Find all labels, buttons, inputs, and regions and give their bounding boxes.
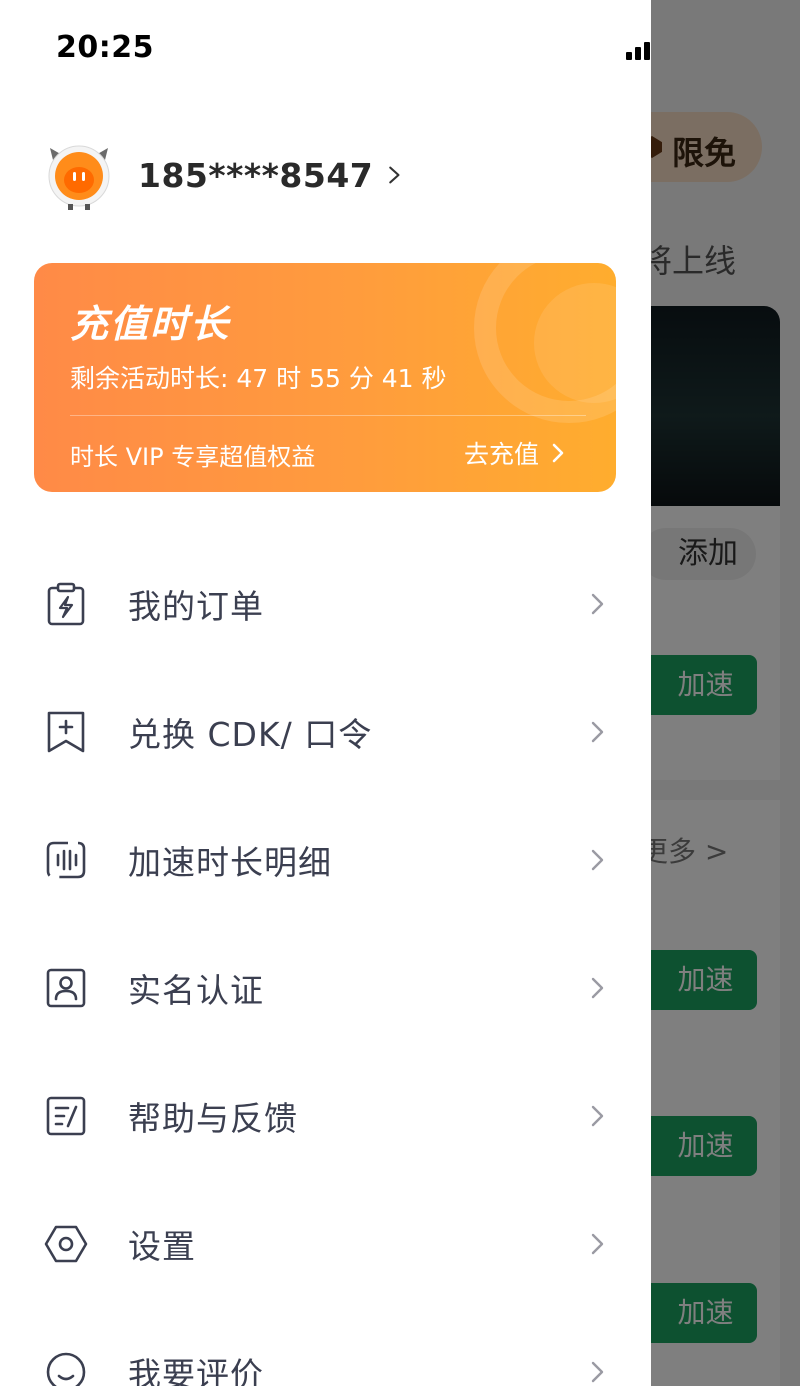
- recharge-time-card[interactable]: 充值时长 剩余活动时长: 47 时 55 分 41 秒 时长 VIP 专享超值权…: [34, 263, 616, 492]
- chevron-right-icon: [591, 1233, 604, 1255]
- chevron-right-icon: [591, 849, 604, 871]
- avatar[interactable]: [42, 138, 116, 212]
- menu-item-duration-details[interactable]: 加速时长明细: [0, 810, 651, 910]
- menu-item-label: 我要评价: [128, 1355, 264, 1386]
- recharge-button[interactable]: 去充值: [464, 435, 565, 471]
- signal-icon: [626, 42, 650, 60]
- bookmark-plus-icon: [47, 711, 85, 753]
- recharge-card-title: 充值时长: [70, 302, 231, 346]
- chevron-right-icon: [591, 977, 604, 999]
- menu-item-label: 帮助与反馈: [128, 1099, 298, 1138]
- card-divider: [70, 415, 586, 416]
- chevron-right-icon: [591, 1361, 604, 1383]
- remaining-time-text: 剩余活动时长: 47 时 55 分 41 秒: [70, 364, 447, 393]
- feedback-doc-icon: [46, 1096, 86, 1136]
- status-time: 20:25: [56, 30, 154, 65]
- side-drawer: 20:25 185****8547 充值时长 剩余活动时长: 47 时 55 分…: [0, 0, 651, 1386]
- menu-item-label: 我的订单: [128, 587, 264, 626]
- status-icons: [626, 42, 650, 60]
- smile-face-icon: [46, 1352, 86, 1386]
- menu-item-settings[interactable]: 设置: [0, 1194, 651, 1294]
- chevron-right-icon: [591, 593, 604, 615]
- id-user-icon: [46, 968, 86, 1008]
- account-phone: 185****8547: [138, 155, 374, 195]
- hexagon-gear-icon: [44, 1225, 88, 1263]
- menu-item-redeem-cdk[interactable]: 兑换 CDK/ 口令: [0, 682, 651, 782]
- recharge-button-label: 去充值: [464, 440, 540, 469]
- vip-benefit-text: 时长 VIP 专享超值权益: [70, 443, 316, 471]
- chevron-right-icon: [591, 721, 604, 743]
- mascot-avatar-icon: [48, 145, 110, 210]
- menu-item-rate-app[interactable]: 我要评价: [0, 1322, 651, 1386]
- chevron-right-icon: [389, 166, 400, 184]
- profile-entry[interactable]: 185****8547: [42, 138, 402, 212]
- audio-bars-icon: [46, 841, 86, 879]
- menu-item-my-orders[interactable]: 我的订单: [0, 554, 651, 654]
- menu-item-real-name-verification[interactable]: 实名认证: [0, 938, 651, 1038]
- chevron-right-icon: [552, 443, 564, 463]
- clipboard-bolt-icon: [47, 582, 85, 626]
- menu-item-help-feedback[interactable]: 帮助与反馈: [0, 1066, 651, 1166]
- menu-item-label: 兑换 CDK/ 口令: [128, 715, 373, 754]
- menu-item-label: 设置: [128, 1227, 196, 1266]
- chevron-right-icon: [591, 1105, 604, 1127]
- menu-item-label: 实名认证: [128, 971, 264, 1010]
- menu-item-label: 加速时长明细: [128, 843, 332, 882]
